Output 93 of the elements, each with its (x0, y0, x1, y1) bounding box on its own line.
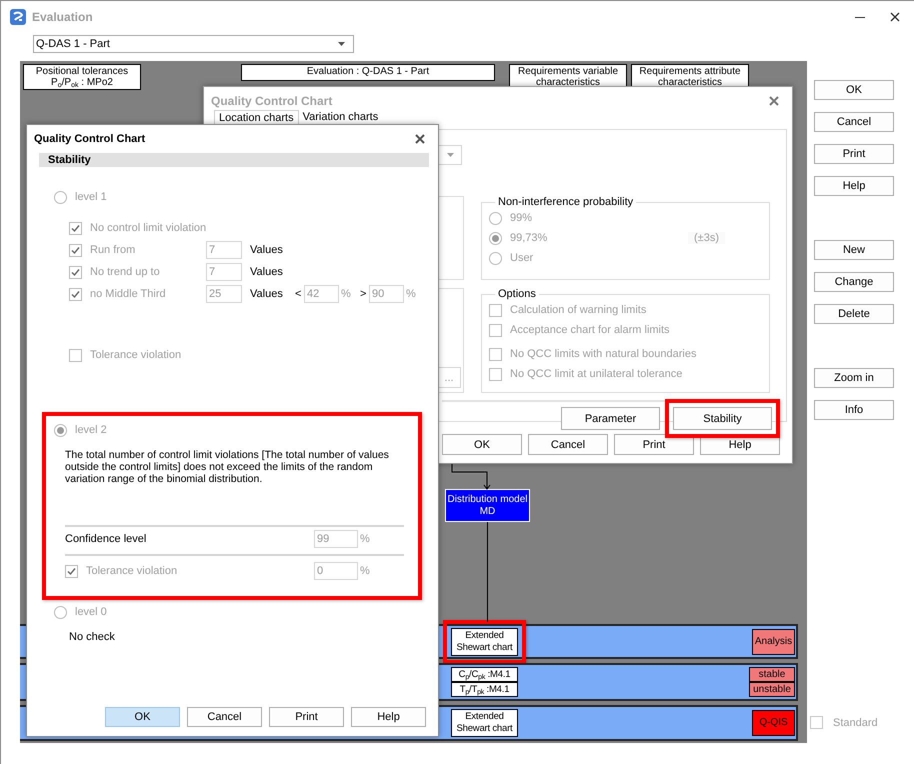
dialog-button[interactable]: Help (351, 707, 426, 727)
diagram-node: C$_{p}$/C$_{pk}$ :M4.1 (451, 667, 518, 682)
dialog-button[interactable]: Print (269, 707, 344, 727)
radio-label: level 0 (75, 606, 107, 618)
field-label: Confidence level (65, 533, 148, 545)
radio-button[interactable] (54, 606, 67, 618)
dialog-button[interactable]: Cancel (187, 707, 262, 727)
note-text: (±3s) (688, 232, 725, 244)
checkbox-label: Calculation of warning limits (510, 304, 646, 316)
checkbox[interactable] (489, 368, 502, 380)
checkbox-label: Acceptance chart for alarm limits (510, 324, 670, 336)
checkbox-label: No trend up to (90, 266, 161, 278)
app-icon (10, 8, 26, 24)
diagram-box: Distribution model MD (445, 489, 530, 522)
side-button[interactable]: Print (814, 144, 894, 164)
side-button[interactable]: Zoom in (814, 368, 894, 388)
tab[interactable]: Location charts (214, 110, 299, 124)
checkbox-label: Tolerance violation (90, 349, 182, 361)
unit-label: % (359, 533, 371, 545)
caret-icon (446, 153, 454, 157)
radio-label: level 1 (75, 191, 107, 203)
radio-label: 99,73% (510, 232, 548, 244)
description-text: The total number of control limit violations [The total number of values outside the control limits] does not exceed the limits of the random variation range of the binomial distribution. (65, 449, 390, 485)
radio-label: User (510, 252, 534, 264)
radio-label: level 2 (75, 424, 107, 436)
checkbox-label: Tolerance violation (86, 565, 178, 577)
connector-arrow (451, 462, 491, 490)
unit-label: Values (250, 288, 284, 300)
side-button[interactable]: Change (814, 272, 894, 292)
radio-button[interactable] (489, 232, 502, 244)
diagram-box: Requirements variable characteristics (509, 64, 627, 88)
result-label: Analysis (752, 628, 795, 654)
close-icon (415, 134, 425, 144)
diagram-node: Extended Shewart chart (451, 628, 518, 656)
unit-label: % (359, 565, 371, 577)
checkbox[interactable] (69, 244, 82, 256)
dialog-title: Quality Control Chart (211, 94, 332, 108)
checkbox[interactable] (489, 348, 502, 360)
checkbox[interactable] (489, 304, 502, 316)
dialog-button[interactable]: OK (442, 434, 522, 455)
checkbox[interactable] (489, 324, 502, 336)
checkbox[interactable] (69, 222, 82, 234)
dialog-button[interactable]: OK (105, 707, 180, 727)
unit-label: Values (250, 244, 284, 256)
checkbox[interactable] (69, 348, 82, 362)
diagram-box: Requirements attribute characteristics (631, 64, 749, 88)
diagram-node: T$_{p}$/T$_{pk}$ :M4.1 (451, 682, 518, 697)
close-icon (769, 96, 779, 106)
dialog-button[interactable]: Cancel (528, 434, 608, 455)
operator-label: > (360, 288, 368, 300)
group-title: Non-interference probability (497, 196, 634, 208)
result-label: stable (749, 667, 795, 682)
unit-label: Values (250, 266, 284, 278)
side-button[interactable]: Info (814, 400, 894, 420)
unit-label: % (405, 288, 417, 300)
checkbox[interactable] (810, 716, 823, 729)
window-title: Evaluation (32, 10, 93, 24)
side-button[interactable]: Delete (814, 304, 894, 324)
panel-button[interactable]: Stability (673, 407, 772, 430)
diagram-node: Extended Shewart chart (451, 709, 518, 737)
dialog-title: Quality Control Chart (34, 133, 146, 145)
diagram-box: Evaluation : Q-DAS 1 - Part (241, 64, 495, 81)
radio-button[interactable] (489, 212, 502, 224)
result-label: Q-QIS (752, 710, 795, 736)
radio-button[interactable] (54, 424, 67, 436)
checkbox-label: No control limit violation (90, 222, 206, 234)
result-label: unstable (749, 682, 795, 697)
dropdown[interactable]: Q-DAS 1 - Part (33, 35, 354, 53)
diagram-box: Positional tolerances P$_{o}$/P$_{ok}$ : MPo2 (23, 64, 141, 90)
unit-label: % (340, 288, 352, 300)
side-button[interactable]: Help (814, 176, 894, 196)
operator-label: < (295, 288, 302, 300)
radio-button[interactable] (489, 252, 502, 264)
close-icon (890, 12, 900, 22)
checkbox-label: Standard (833, 716, 878, 728)
dialog-button[interactable]: Print (614, 434, 694, 455)
side-button[interactable]: Cancel (814, 112, 894, 132)
description-text: No check (69, 631, 116, 643)
radio-button[interactable] (54, 190, 67, 204)
checkbox[interactable] (65, 564, 78, 578)
checkbox-label: No QCC limit at unilateral tolerance (510, 368, 682, 380)
side-button[interactable]: OK (814, 80, 894, 100)
checkbox-label: no Middle Third (90, 288, 167, 300)
group-title: Options (497, 288, 537, 300)
checkbox[interactable] (69, 266, 82, 278)
panel-button[interactable]: Parameter (561, 407, 660, 430)
side-button[interactable]: New (814, 240, 894, 260)
radio-label: 99% (510, 212, 532, 224)
checkbox-label: No QCC limits with natural boundaries (510, 348, 696, 360)
section-header: Stability (39, 153, 429, 167)
checkbox[interactable] (69, 288, 82, 300)
checkbox-label: Run from (90, 244, 136, 256)
caret-icon (338, 42, 345, 46)
